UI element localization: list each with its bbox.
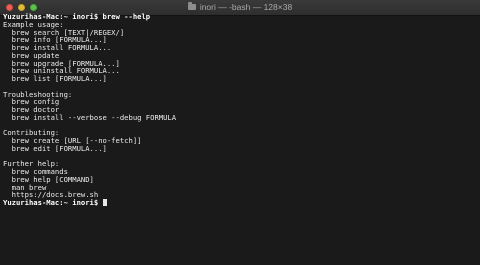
terminal-line: Further help: bbox=[3, 159, 60, 169]
terminal-line: brew help [COMMAND] bbox=[3, 174, 94, 184]
terminal-line: Troubleshooting: bbox=[3, 89, 73, 99]
window-title: inori — -bash — 128×38 bbox=[199, 2, 293, 12]
terminal-line: brew list [FORMULA...] bbox=[3, 74, 107, 83]
terminal-line: brew config bbox=[3, 97, 60, 107]
shell-prompt: Yuzurihas-Mac:~ inori$ bbox=[3, 198, 103, 207]
window-title-wrap: inori — -bash — 128×38 bbox=[0, 2, 480, 12]
terminal-window: inori — -bash — 128×38 Yuzurihas-Mac:~ i… bbox=[0, 0, 480, 265]
folder-icon bbox=[187, 2, 196, 10]
terminal-line: brew install FORMULA... bbox=[3, 43, 112, 52]
text-cursor bbox=[102, 199, 108, 206]
terminal-line: brew install --verbose --debug FORMULA bbox=[3, 112, 177, 122]
terminal-output[interactable]: Yuzurihas-Mac:~ inori$ brew --help Examp… bbox=[3, 13, 480, 265]
terminal-line: brew edit [FORMULA...] bbox=[3, 143, 107, 153]
prompt-line[interactable]: Yuzurihas-Mac:~ inori$ bbox=[3, 199, 480, 207]
terminal-line: Yuzurihas-Mac:~ inori$ brew --help bbox=[3, 12, 151, 21]
